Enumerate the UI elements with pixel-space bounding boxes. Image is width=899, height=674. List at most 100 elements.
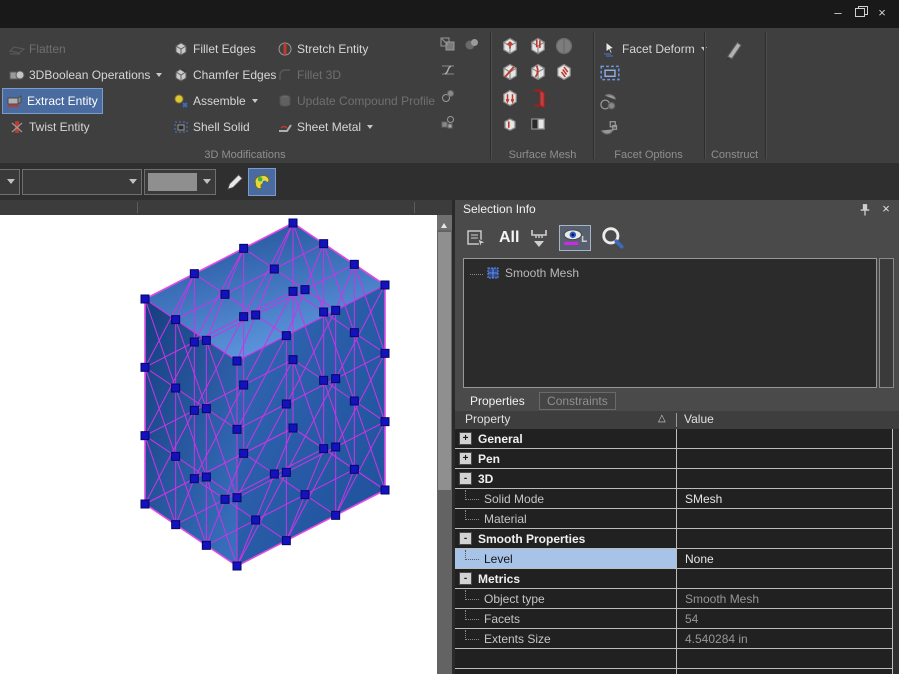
select-all-button[interactable]: All [499, 229, 519, 247]
blend-surfaces-button[interactable] [464, 36, 480, 55]
pin-icon[interactable] [859, 203, 873, 217]
ribbon-button-fillet-3d[interactable]: Fillet 3D [272, 62, 346, 88]
tab-constraints[interactable]: Constraints [539, 392, 616, 410]
property-group-metrics[interactable]: -Metrics [455, 569, 899, 589]
mesh-sphere-button-disabled[interactable] [554, 36, 574, 59]
property-row-material[interactable]: Material [455, 509, 899, 529]
column-divider[interactable] [676, 413, 677, 427]
show-selection-button[interactable] [559, 225, 591, 251]
selection-properties-button[interactable] [465, 228, 489, 248]
scroll-up-icon[interactable] [437, 215, 452, 230]
material-brush-button[interactable] [248, 168, 276, 196]
value-cell[interactable] [677, 429, 899, 448]
ribbon-button-3dboolean-operations[interactable]: 3DBoolean Operations [4, 62, 167, 88]
facet-select-icon [599, 62, 621, 84]
group-label: Metrics [478, 572, 520, 586]
pen-style-select[interactable] [22, 169, 142, 195]
tab-properties[interactable]: Properties [463, 393, 532, 409]
search-button[interactable] [601, 226, 625, 250]
facet-select-button[interactable] [599, 62, 621, 87]
collapse-icon[interactable]: - [459, 532, 472, 545]
button-label: Sheet Metal [297, 120, 361, 134]
mesh-curve-button[interactable] [528, 62, 548, 85]
ribbon-button-extract-entity[interactable]: Extract Entity [2, 88, 103, 114]
ribbon-button-shell-solid[interactable]: Shell Solid [168, 114, 255, 140]
close-icon[interactable]: × [873, 5, 891, 21]
mesh-hatch-button[interactable] [554, 62, 574, 85]
ribbon-button-assemble[interactable]: Assemble [168, 88, 263, 114]
property-row-object-type[interactable]: Object type Smooth Mesh [455, 589, 899, 609]
property-group-smooth-properties[interactable]: -Smooth Properties [455, 529, 899, 549]
twist-entity-icon [9, 119, 25, 135]
value-cell[interactable] [677, 569, 899, 588]
value-cell[interactable] [677, 449, 899, 468]
group-label-3d-modifications: 3D Modifications [0, 149, 490, 161]
tree-item-smooth-mesh[interactable]: Smooth Mesh [464, 264, 876, 282]
edit-style-button[interactable] [221, 168, 249, 196]
mesh-arrows-button[interactable] [500, 88, 520, 111]
button-label: Fillet Edges [193, 42, 256, 56]
property-group-pen[interactable]: + Pen [455, 449, 899, 469]
minimize-icon[interactable]: – [829, 5, 847, 21]
ribbon-button-twist-entity[interactable]: Twist Entity [4, 114, 95, 140]
expand-icon[interactable]: + [459, 452, 472, 465]
close-icon[interactable]: × [879, 201, 893, 217]
3d-smooth-mesh-object[interactable] [0, 215, 437, 674]
mesh-cluster-icon [440, 114, 456, 130]
collapse-icon[interactable]: - [459, 572, 472, 585]
mesh-vlines-icon [528, 36, 548, 56]
edge-combo-partial[interactable] [0, 169, 20, 195]
value-cell[interactable] [677, 469, 899, 488]
property-row-level[interactable]: Level None [455, 549, 899, 569]
construct-pen-button[interactable] [720, 36, 746, 65]
drawing-viewport[interactable] [0, 215, 437, 674]
property-row-extents-size[interactable]: Extents Size 4.540284 in [455, 629, 899, 649]
property-row-facets[interactable]: Facets 54 [455, 609, 899, 629]
search-icon [601, 226, 625, 250]
mesh-diagonal-button[interactable] [500, 62, 520, 85]
value-cell[interactable] [677, 509, 899, 528]
scrollbar-thumb[interactable] [438, 232, 451, 490]
cad-application-window: – × Flatten 3DBoolean Operations Extract… [0, 0, 899, 674]
collapse-icon[interactable]: - [459, 472, 472, 485]
mesh-contrast-button[interactable] [528, 114, 548, 137]
filter-button[interactable] [529, 227, 549, 249]
facet-subdivide-button[interactable] [599, 92, 619, 115]
section-surface-button[interactable] [440, 62, 456, 81]
content-area: Selection Info × All [0, 200, 899, 674]
mesh-vlines-button[interactable] [528, 36, 548, 59]
value-cell[interactable]: None [677, 549, 899, 568]
ribbon-button-stretch-entity[interactable]: Stretch Entity [272, 36, 373, 62]
ribbon-button-sheet-metal[interactable]: Sheet Metal [272, 114, 378, 140]
ribbon-button-flatten[interactable]: Flatten [4, 36, 71, 62]
ribbon-button-facet-deform[interactable]: Facet Deform [597, 36, 712, 62]
mesh-from-solid-button[interactable] [440, 88, 456, 107]
property-group-3d[interactable]: -3D [455, 469, 899, 489]
mesh-small-button[interactable] [500, 114, 520, 137]
group-label: Pen [478, 452, 500, 466]
property-row-solid-mode[interactable]: Solid Mode SMesh [455, 489, 899, 509]
column-header-value[interactable]: Value [684, 412, 714, 426]
blend-spheres-icon [464, 36, 480, 52]
tree-list-scrollbar[interactable] [879, 258, 894, 388]
column-header-property[interactable]: Property [465, 412, 510, 426]
ribbon-button-chamfer-edges[interactable]: Chamfer Edges [168, 62, 281, 88]
open-mesh-button[interactable] [528, 88, 548, 111]
mesh-cluster-button[interactable] [440, 114, 456, 133]
value-cell[interactable] [677, 529, 899, 548]
expand-icon[interactable]: + [459, 432, 472, 445]
tree-guide [465, 490, 479, 500]
property-grid-scrollbar[interactable] [892, 429, 899, 674]
ribbon-button-update-compound-profile[interactable]: Update Compound Profile [272, 88, 440, 114]
mesh-raise-button[interactable] [500, 36, 520, 59]
property-group-general[interactable]: +General [455, 429, 899, 449]
value-cell[interactable]: SMesh [677, 489, 899, 508]
group-label-surface-mesh: Surface Mesh [492, 149, 593, 161]
ribbon-button-fillet-edges[interactable]: Fillet Edges [168, 36, 261, 62]
ribbon-group-facet-options: Facet Deform Facet Options [595, 28, 702, 163]
facet-remove-button[interactable] [599, 118, 619, 141]
pen-color-select[interactable] [144, 169, 216, 195]
copy-facets-button[interactable] [440, 36, 456, 55]
viewport-vertical-scrollbar[interactable] [437, 215, 452, 674]
restore-icon[interactable] [851, 5, 869, 21]
